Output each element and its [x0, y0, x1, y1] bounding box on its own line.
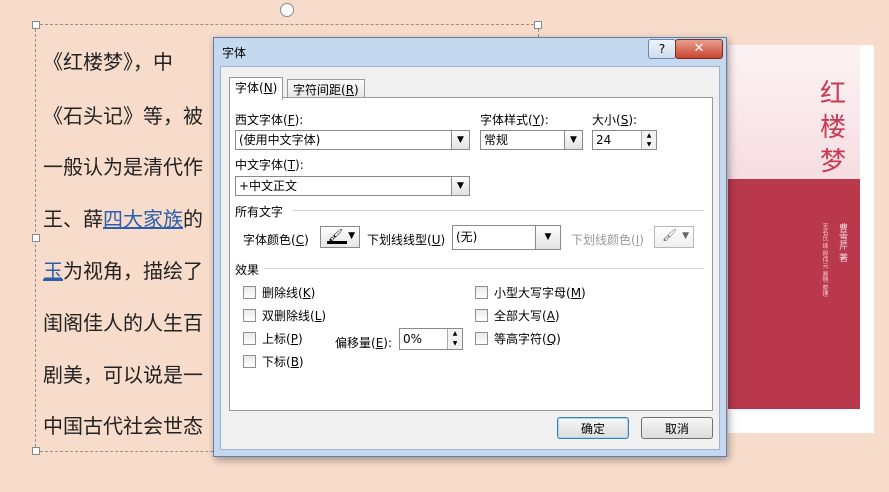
- slide-text: 的: [183, 207, 203, 231]
- superscript-checkbox[interactable]: [243, 332, 256, 345]
- dialog-title: 字体: [222, 46, 247, 60]
- slide-hyperlink[interactable]: 玉: [43, 259, 63, 283]
- slide-text: 王、薛: [43, 207, 103, 231]
- dialog-titlebar[interactable]: 字体 ? ✕: [214, 38, 726, 64]
- color-swatch: [327, 241, 347, 244]
- strikethrough-label: 删除线(K): [262, 286, 316, 300]
- subscript-checkbox[interactable]: [243, 355, 256, 368]
- font-color-label: 字体颜色(C): [243, 233, 309, 247]
- strikethrough-checkbox[interactable]: [243, 286, 256, 299]
- western-font-label: 西文字体(F):: [235, 113, 304, 127]
- font-style-select[interactable]: 常规 ▼: [480, 130, 583, 150]
- font-style-label: 字体样式(Y):: [480, 113, 549, 127]
- section-divider: [264, 268, 704, 269]
- close-button[interactable]: ✕: [675, 39, 723, 59]
- slide-line-3: 一般认为是清代作: [43, 155, 203, 179]
- superscript-label: 上标(P): [262, 332, 303, 346]
- slide-line-8: 中国古代社会世态: [43, 414, 203, 438]
- effects-header: 效果: [235, 263, 260, 277]
- all-caps-checkbox[interactable]: [475, 309, 488, 322]
- font-dialog: 字体 ? ✕ 字体(N) 字符间距(R) 西文字体(F): 字体样式(Y): 大…: [213, 37, 727, 457]
- ok-button[interactable]: 确定: [557, 417, 629, 439]
- equalize-height-checkbox[interactable]: [475, 332, 488, 345]
- slide-line-6: 闺阁佳人的人生百: [43, 311, 203, 335]
- subscript-label: 下标(B): [262, 355, 304, 369]
- underline-style-label: 下划线线型(U): [367, 233, 446, 247]
- underline-color-button[interactable]: 🖌 ▼: [654, 226, 694, 248]
- slide-line-5: 玉为视角，描绘了: [43, 255, 203, 284]
- help-button[interactable]: ?: [648, 39, 676, 59]
- book-subtitle: 无名氏 续 程伟元 高鹗 整理: [821, 223, 828, 297]
- chevron-down-icon[interactable]: ▼: [535, 226, 560, 249]
- font-color-button[interactable]: 🖌 ▼: [320, 226, 360, 248]
- double-strikethrough-checkbox[interactable]: [243, 309, 256, 322]
- book-author: 曹雪芹 著: [837, 223, 847, 262]
- cancel-button[interactable]: 取消: [641, 417, 713, 439]
- all-text-header: 所有文字: [235, 205, 284, 219]
- underline-style-select[interactable]: (无) ▼: [452, 225, 561, 250]
- paint-bucket-icon: 🖌: [328, 228, 344, 242]
- close-icon: ✕: [693, 41, 705, 56]
- rotate-handle-icon[interactable]: [280, 3, 294, 17]
- small-caps-label: 小型大写字母(M): [494, 286, 586, 300]
- font-tab-panel: 西文字体(F): 字体样式(Y): 大小(S): (使用中文字体) ▼ 常规 ▼ 2…: [229, 97, 713, 411]
- book-cover-red-band: [728, 179, 860, 409]
- chevron-down-icon: ▼: [348, 231, 355, 241]
- chevron-down-icon: ▼: [682, 231, 689, 241]
- book-title: 红楼梦: [819, 79, 846, 177]
- paint-bucket-icon: 🖌: [662, 228, 678, 242]
- underline-color-label: 下划线颜色(I): [571, 233, 644, 247]
- resize-handle-tl[interactable]: [32, 21, 40, 29]
- slide-line-4: 王、薛四大家族的: [43, 203, 203, 232]
- size-spinner[interactable]: 24 ▲ ▼: [592, 130, 657, 150]
- dialog-body: 字体(N) 字符间距(R) 西文字体(F): 字体样式(Y): 大小(S): (…: [220, 66, 720, 450]
- double-strikethrough-label: 双删除线(L): [262, 309, 327, 323]
- resize-handle-bl[interactable]: [32, 447, 40, 455]
- slide-text: 为视角，描绘了: [63, 259, 203, 283]
- help-icon: ?: [658, 42, 666, 56]
- offset-label: 偏移量(E):: [335, 336, 393, 350]
- chinese-font-label: 中文字体(T):: [235, 158, 304, 172]
- all-caps-label: 全部大写(A): [494, 309, 560, 323]
- slide-hyperlink[interactable]: 四大家族: [103, 207, 183, 231]
- western-font-select[interactable]: (使用中文字体) ▼: [235, 130, 470, 150]
- slide-line-1: 《红楼梦》，中: [43, 50, 173, 74]
- spinner-arrows-icon[interactable]: ▲ ▼: [641, 131, 656, 149]
- chevron-down-icon[interactable]: ▼: [451, 177, 469, 195]
- size-label: 大小(S):: [592, 113, 638, 127]
- slide-line-7: 剧美，可以说是一: [43, 363, 203, 387]
- tab-font[interactable]: 字体(N): [229, 77, 284, 100]
- small-caps-checkbox[interactable]: [475, 286, 488, 299]
- chevron-down-icon[interactable]: ▼: [451, 131, 469, 149]
- slide-line-2: 《石头记》等，被: [43, 104, 203, 128]
- book-cover-image[interactable]: 红楼梦 曹雪芹 著 无名氏 续 程伟元 高鹗 整理: [728, 45, 874, 433]
- spinner-arrows-icon[interactable]: ▲ ▼: [447, 329, 462, 349]
- resize-handle-ml[interactable]: [32, 234, 40, 242]
- equalize-height-label: 等高字符(Q): [494, 332, 561, 346]
- offset-spinner[interactable]: 0% ▲ ▼: [399, 328, 463, 350]
- section-divider: [292, 210, 704, 211]
- chinese-font-select[interactable]: +中文正文 ▼: [235, 176, 470, 196]
- resize-handle-tr[interactable]: [534, 21, 542, 29]
- chevron-down-icon[interactable]: ▼: [564, 131, 582, 149]
